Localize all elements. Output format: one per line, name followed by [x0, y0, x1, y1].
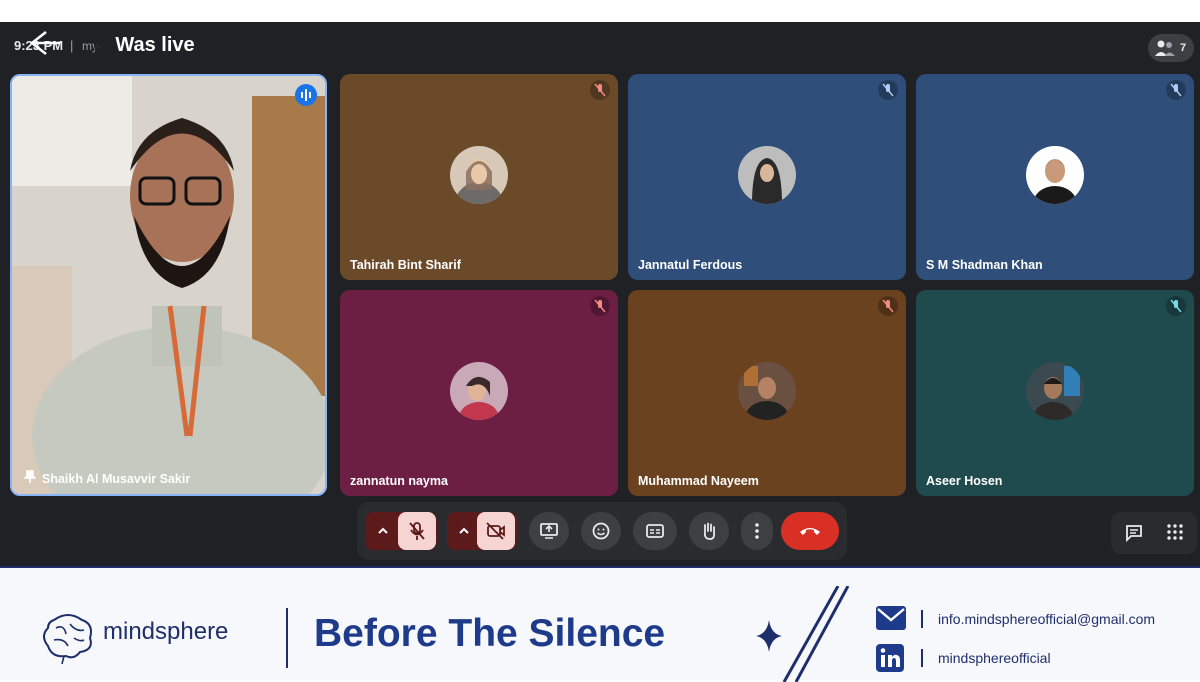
more-options-button[interactable] — [741, 512, 773, 550]
participants-count: 7 — [1180, 42, 1187, 54]
call-controls-bar — [357, 502, 847, 560]
email-icon — [876, 606, 906, 630]
emoji-icon — [592, 522, 610, 540]
participant-tile[interactable]: Jannatul Ferdous — [628, 74, 906, 280]
meeting-window: 9:23 PM | my- Was live 7 Shaikh Al Musav… — [0, 22, 1200, 566]
hang-up-icon — [800, 528, 820, 535]
avatar — [450, 362, 508, 420]
participants-button[interactable]: 7 — [1148, 34, 1194, 62]
was-live-badge: Was live — [94, 26, 216, 64]
camera-toggle-button[interactable] — [477, 512, 515, 550]
participant-name: Muhammad Nayeem — [638, 474, 759, 488]
participant-tile[interactable]: zannatun nayma — [340, 290, 618, 496]
speaking-indicator-icon — [295, 84, 317, 106]
present-screen-button[interactable] — [529, 512, 569, 550]
more-vert-icon — [755, 523, 759, 539]
linkedin-handle: mindsphereofficial — [938, 650, 1051, 666]
participant-tile[interactable]: Muhammad Nayeem — [628, 290, 906, 496]
reactions-button[interactable] — [581, 512, 621, 550]
presenter-video — [12, 76, 325, 494]
brand-name: mindsphere — [103, 618, 229, 645]
avatar — [1026, 146, 1084, 204]
present-screen-icon — [540, 523, 558, 539]
avatar — [450, 146, 508, 204]
muted-mic-icon — [878, 80, 898, 100]
back-arrow-icon[interactable] — [26, 28, 62, 58]
avatar — [1026, 362, 1084, 420]
muted-mic-icon — [878, 296, 898, 316]
camera-off-icon — [486, 522, 505, 540]
participant-tile[interactable]: S M Shadman Khan — [916, 74, 1194, 280]
muted-mic-icon — [1166, 296, 1186, 316]
avatar — [738, 362, 796, 420]
side-panel-buttons — [1111, 512, 1197, 554]
mic-off-icon — [409, 522, 425, 540]
branding-banner: mindsphere Before The Silence info.minds… — [0, 566, 1200, 682]
participant-name: Tahirah Bint Sharif — [350, 258, 461, 272]
end-call-button[interactable] — [781, 512, 839, 550]
top-bar: 9:23 PM | my- Was live 7 — [0, 22, 1200, 68]
avatar — [738, 146, 796, 204]
participant-name: S M Shadman Khan — [926, 258, 1043, 272]
raise-hand-button[interactable] — [689, 512, 729, 550]
raise-hand-icon — [703, 522, 716, 540]
decorative-stripes — [782, 586, 850, 682]
mic-options-chevron-icon[interactable] — [377, 525, 389, 537]
contact-email: info.mindsphereofficial@gmail.com — [938, 611, 1156, 627]
participant-name: Jannatul Ferdous — [638, 258, 743, 272]
captions-icon — [646, 524, 664, 538]
camera-options-chevron-icon[interactable] — [458, 525, 470, 537]
chat-icon[interactable] — [1125, 524, 1143, 542]
pin-icon[interactable] — [24, 470, 36, 484]
people-icon — [1155, 40, 1175, 56]
sparkle-icon — [756, 620, 782, 652]
participant-name: zannatun nayma — [350, 474, 448, 488]
muted-mic-icon — [590, 80, 610, 100]
muted-mic-icon — [590, 296, 610, 316]
participant-tile[interactable]: Aseer Hosen — [916, 290, 1194, 496]
activities-grid-icon[interactable] — [1167, 524, 1183, 540]
event-title: Before The Silence — [314, 612, 666, 655]
muted-mic-icon — [1166, 80, 1186, 100]
captions-button[interactable] — [633, 512, 677, 550]
brain-logo-icon — [43, 614, 92, 664]
presenter-video-tile[interactable]: Shaikh Al Musavvir Sakir — [10, 74, 327, 496]
participant-tile[interactable]: Tahirah Bint Sharif — [340, 74, 618, 280]
mic-toggle-button[interactable] — [398, 512, 436, 550]
presenter-name: Shaikh Al Musavvir Sakir — [42, 472, 191, 486]
participant-name: Aseer Hosen — [926, 474, 1003, 488]
linkedin-icon — [876, 644, 904, 672]
